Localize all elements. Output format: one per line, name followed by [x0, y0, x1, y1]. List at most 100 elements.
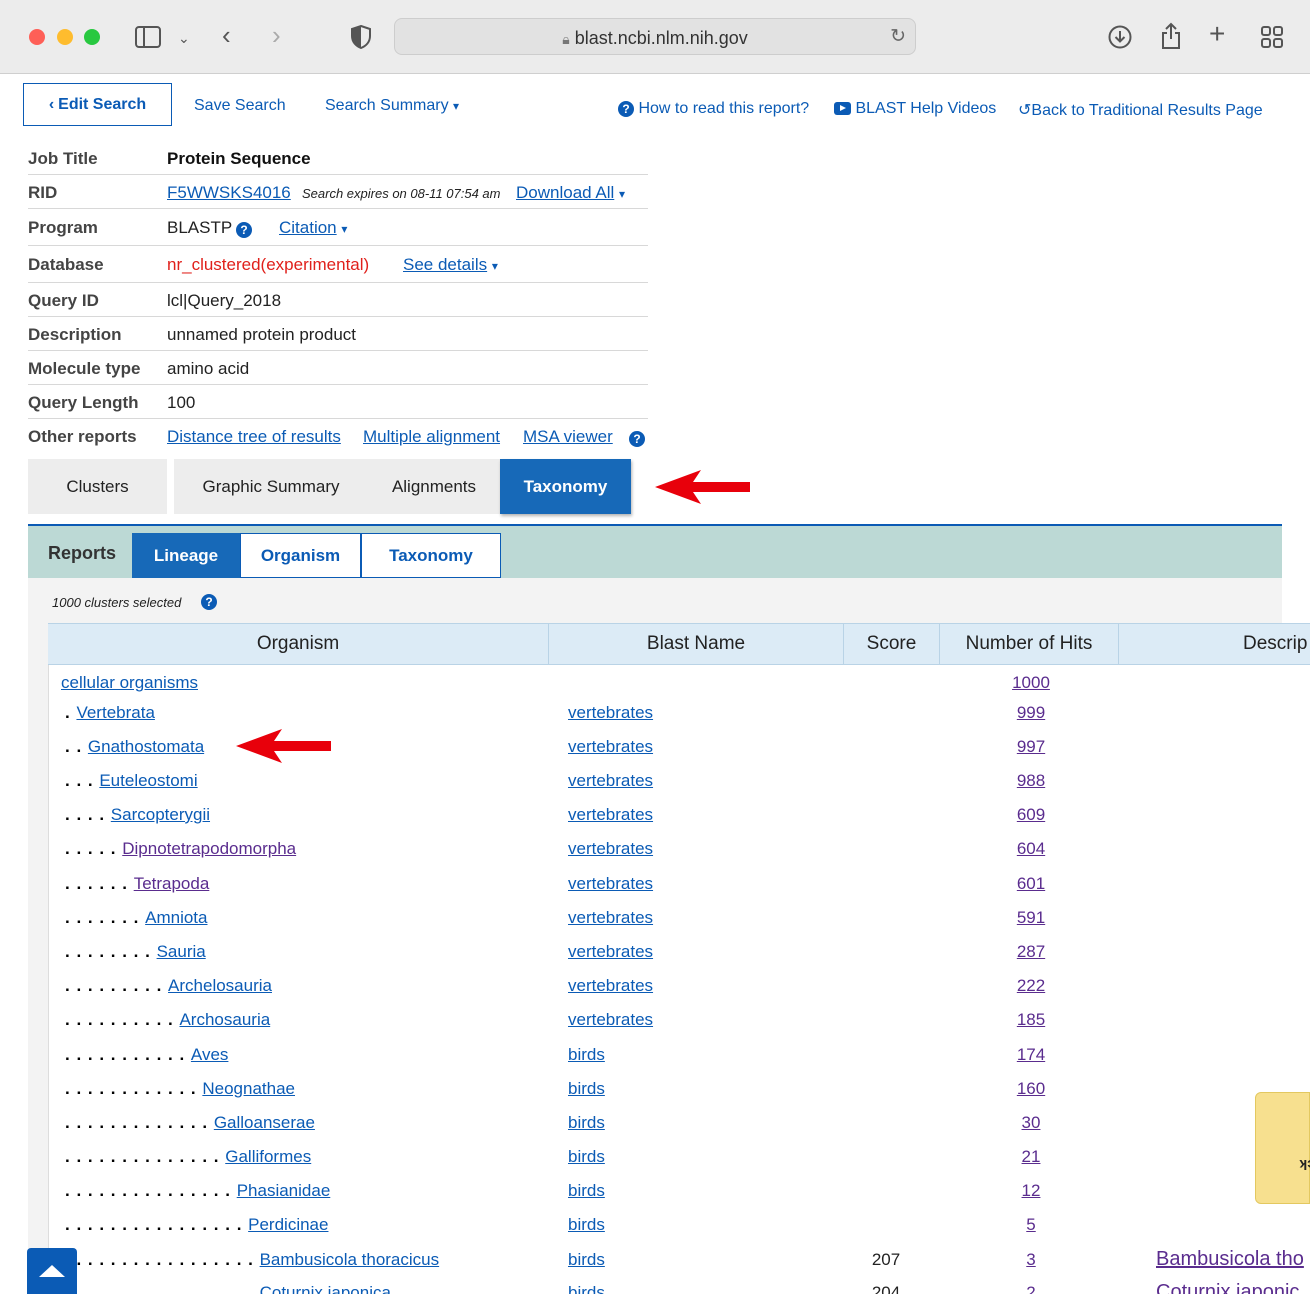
save-search-link[interactable]: Save Search — [194, 97, 286, 115]
tab-alignments[interactable]: Alignments — [368, 459, 500, 514]
blast-name-link[interactable]: birds — [568, 1045, 605, 1065]
blast-name-link[interactable]: vertebrates — [568, 942, 653, 962]
organism-link[interactable]: Sarcopterygii — [111, 805, 210, 824]
description-link[interactable]: Bambusicola tho — [1156, 1248, 1304, 1271]
feedback-button[interactable]: Feedback — [1255, 1092, 1310, 1204]
new-tab-icon[interactable]: + — [1209, 20, 1225, 48]
organism-link[interactable]: Dipnotetrapodomorpha — [122, 839, 296, 858]
hits-link[interactable]: 287 — [971, 942, 1091, 962]
address-bar[interactable]: 🔒︎ blast.ncbi.nlm.nih.gov ↻ — [394, 18, 916, 55]
help-videos-link[interactable]: BLAST Help Videos — [834, 100, 996, 118]
hits-link[interactable]: 174 — [971, 1045, 1091, 1065]
organism-link[interactable]: Archosauria — [179, 1010, 270, 1029]
organism-link[interactable]: Bambusicola thoracicus — [260, 1250, 440, 1269]
blast-name-link[interactable]: birds — [568, 1079, 605, 1099]
blast-name-link[interactable]: vertebrates — [568, 874, 653, 894]
organism-link[interactable]: Gnathostomata — [88, 737, 204, 756]
organism-link[interactable]: cellular organisms — [61, 673, 198, 692]
help-icon[interactable]: ? — [629, 428, 645, 448]
blast-name-link[interactable]: birds — [568, 1250, 605, 1270]
zoom-window-button[interactable] — [84, 29, 100, 45]
blast-name-link[interactable]: vertebrates — [568, 1010, 653, 1030]
blast-name-link[interactable]: birds — [568, 1181, 605, 1201]
organism-link[interactable]: Aves — [191, 1045, 229, 1064]
blast-name-link[interactable]: birds — [568, 1147, 605, 1167]
organism-link[interactable]: Coturnix japonica — [260, 1283, 391, 1294]
col-score[interactable]: Score — [844, 624, 940, 664]
chevron-down-icon[interactable]: ⌄ — [178, 27, 190, 49]
organism-link[interactable]: Vertebrata — [76, 703, 154, 722]
blast-name-link[interactable]: birds — [568, 1215, 605, 1235]
help-icon[interactable]: ? — [236, 219, 252, 239]
back-icon[interactable]: ‹ — [222, 22, 231, 48]
hits-link[interactable]: 591 — [971, 908, 1091, 928]
organism-link[interactable]: Neognathae — [202, 1079, 295, 1098]
distance-tree-link[interactable]: Distance tree of results — [167, 427, 341, 447]
hits-link[interactable]: 185 — [971, 1010, 1091, 1030]
hits-link[interactable]: 999 — [971, 703, 1091, 723]
help-icon[interactable]: ? — [201, 593, 217, 611]
share-icon[interactable] — [1160, 22, 1182, 50]
hits-link[interactable]: 5 — [971, 1215, 1091, 1235]
blast-name-link[interactable]: vertebrates — [568, 976, 653, 996]
hits-link[interactable]: 2 — [971, 1283, 1091, 1294]
back-traditional-link[interactable]: ↺Back to Traditional Results Page — [1018, 100, 1263, 120]
hits-link[interactable]: 160 — [971, 1079, 1091, 1099]
hits-link[interactable]: 30 — [971, 1113, 1091, 1133]
how-to-read-link[interactable]: ? How to read this report? — [618, 100, 809, 118]
organism-link[interactable]: Phasianidae — [237, 1181, 331, 1200]
minimize-window-button[interactable] — [57, 29, 73, 45]
hits-link[interactable]: 609 — [971, 805, 1091, 825]
hits-link[interactable]: 988 — [971, 771, 1091, 791]
hits-link[interactable]: 601 — [971, 874, 1091, 894]
organism-link[interactable]: Archelosauria — [168, 976, 272, 995]
organism-link[interactable]: Galliformes — [225, 1147, 311, 1166]
tab-graphic-summary[interactable]: Graphic Summary — [174, 459, 368, 514]
hits-link[interactable]: 604 — [971, 839, 1091, 859]
scroll-to-top-button[interactable] — [27, 1248, 77, 1294]
taxonomy-report-button[interactable]: Taxonomy — [361, 533, 501, 578]
tab-overview-icon[interactable] — [1261, 26, 1283, 48]
col-hits[interactable]: Number of Hits — [940, 624, 1119, 664]
close-window-button[interactable] — [29, 29, 45, 45]
col-blast-name[interactable]: Blast Name — [549, 624, 844, 664]
blast-name-link[interactable]: birds — [568, 1113, 605, 1133]
edit-search-button[interactable]: ‹ Edit Search — [23, 83, 172, 126]
tab-clusters[interactable]: Clusters — [28, 459, 167, 514]
blast-name-link[interactable]: vertebrates — [568, 737, 653, 757]
organism-button[interactable]: Organism — [240, 533, 361, 578]
col-description[interactable]: Descrip — [1119, 624, 1310, 664]
organism-link[interactable]: Amniota — [145, 908, 207, 927]
multiple-alignment-link[interactable]: Multiple alignment — [363, 427, 500, 447]
description-link[interactable]: Coturnix japonic — [1156, 1281, 1299, 1294]
search-summary-dropdown[interactable]: Search Summary ▾ — [325, 97, 459, 115]
msa-viewer-link[interactable]: MSA viewer — [523, 427, 613, 447]
rid-link[interactable]: F5WWSKS4016 — [167, 183, 291, 203]
blast-name-link[interactable]: vertebrates — [568, 908, 653, 928]
organism-link[interactable]: Perdicinae — [248, 1215, 328, 1234]
citation-dropdown[interactable]: Citation ▾ — [279, 218, 347, 238]
sidebar-toggle-icon[interactable] — [135, 26, 161, 48]
reload-icon[interactable]: ↻ — [890, 25, 906, 48]
hits-link[interactable]: 12 — [971, 1181, 1091, 1201]
organism-link[interactable]: Galloanserae — [214, 1113, 315, 1132]
forward-icon[interactable]: › — [272, 22, 281, 48]
blast-name-link[interactable]: vertebrates — [568, 805, 653, 825]
blast-name-link[interactable]: vertebrates — [568, 771, 653, 791]
blast-name-link[interactable]: vertebrates — [568, 703, 653, 723]
col-organism[interactable]: Organism — [48, 624, 549, 664]
hits-link[interactable]: 21 — [971, 1147, 1091, 1167]
see-details-dropdown[interactable]: See details ▾ — [403, 255, 498, 275]
shield-icon[interactable] — [351, 25, 371, 49]
download-all-dropdown[interactable]: Download All ▾ — [516, 183, 625, 203]
organism-link[interactable]: Tetrapoda — [134, 874, 210, 893]
blast-name-link[interactable]: birds — [568, 1283, 605, 1294]
blast-name-link[interactable]: vertebrates — [568, 839, 653, 859]
organism-link[interactable]: Euteleostomi — [99, 771, 197, 790]
hits-link[interactable]: 222 — [971, 976, 1091, 996]
hits-link[interactable]: 1000 — [971, 673, 1091, 693]
lineage-button[interactable]: Lineage — [132, 533, 240, 578]
organism-link[interactable]: Sauria — [157, 942, 206, 961]
hits-link[interactable]: 997 — [971, 737, 1091, 757]
download-icon[interactable] — [1108, 25, 1132, 49]
